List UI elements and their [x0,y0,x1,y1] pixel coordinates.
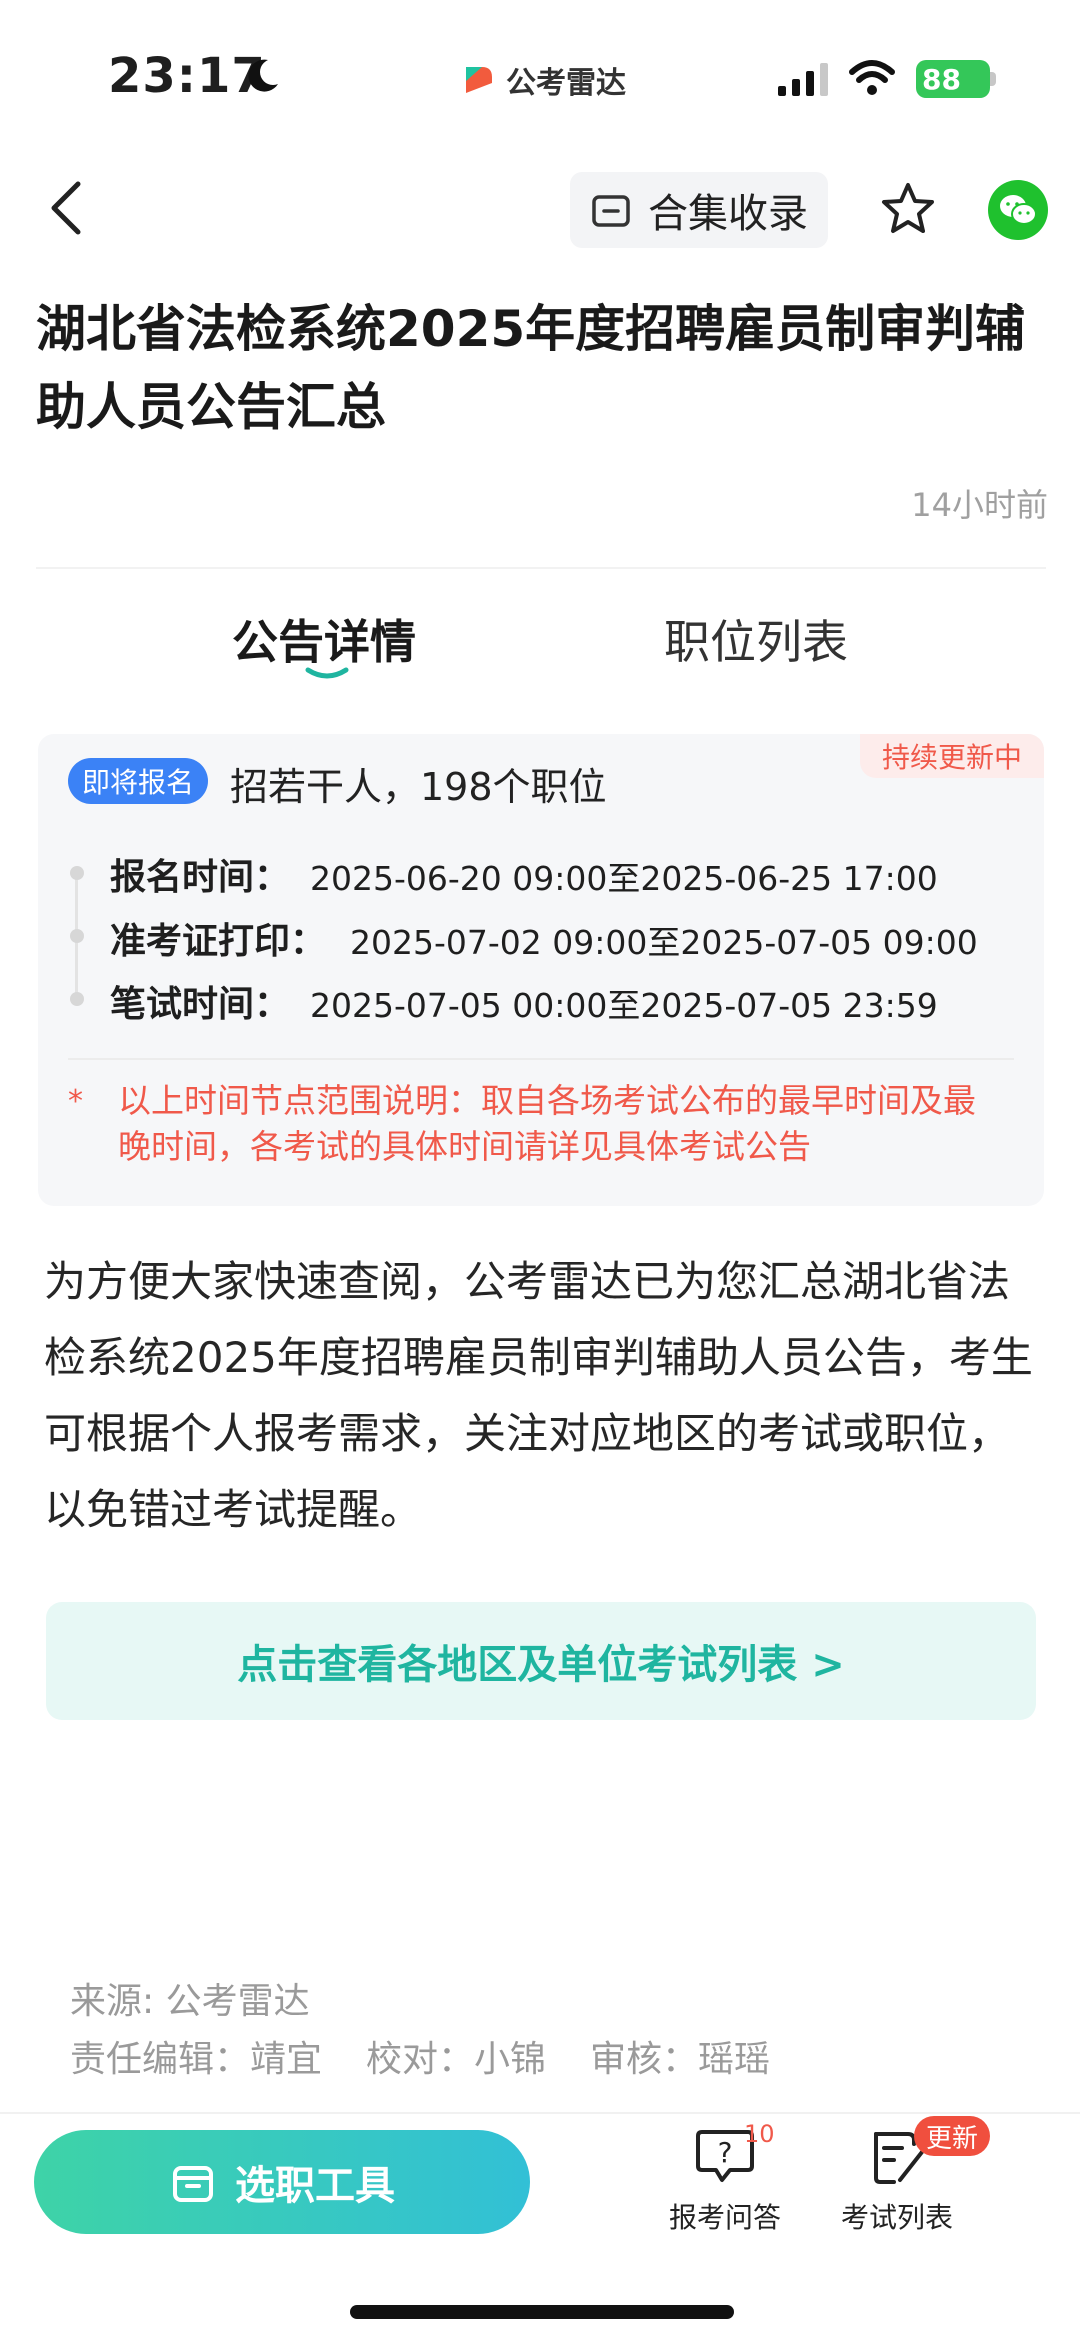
wifi-icon [849,60,895,95]
note-asterisk: * [68,1084,83,1119]
divider [36,567,1046,569]
publish-time: 14小时前 [911,486,1048,524]
article-body: 为方便大家快速查阅，公考雷达已为您汇总湖北省法检系统2025年度招聘雇员制审判辅… [44,1257,1033,1534]
view-exam-list-button[interactable]: 点击查看各地区及单位考试列表 > [46,1602,1036,1720]
registration-time-label: 报名时间： [110,857,291,898]
moon-icon [248,59,278,92]
active-tab-indicator [305,667,349,679]
tool-button-label: 选职工具 [235,2163,395,2209]
folder-icon [592,195,630,227]
cellular-signal-icon [778,63,828,96]
tab-announcement-detail[interactable]: 公告详情 [232,606,416,672]
status-badge: 即将报名 [68,758,209,804]
written-exam-label: 笔试时间： [110,984,291,1025]
reviewer-name: 审核：瑶瑶 [590,2039,771,2080]
qa-count-badge: 10 [744,2120,775,2148]
card-divider [68,1058,1014,1060]
back-button[interactable] [40,176,96,240]
registration-time-value: 2025-06-20 09:00至2025-06-25 17:00 [310,859,938,898]
wechat-icon [1000,195,1037,225]
page-title: 湖北省法检系统2025年度招聘雇员制审判辅助人员公告汇总 [36,300,1026,436]
bottom-bar-divider [0,2112,1080,2114]
tab-position-list[interactable]: 职位列表 [664,606,848,672]
proofreader-name: 校对：小锦 [366,2039,547,2080]
svg-text:?: ? [718,2136,733,2169]
job-selection-tool-button[interactable]: 选职工具 [34,2130,530,2234]
bag-icon [173,2166,213,2202]
battery-level: 88 [922,62,961,96]
battery-indicator: 88 [916,60,990,98]
app-name: 公考雷达 [506,66,626,101]
editor-name: 责任编辑：靖宜 [70,2039,323,2080]
update-badge: 更新 [914,2116,991,2156]
radar-logo-icon [466,67,492,93]
app-logo: 公考雷达 [462,58,626,102]
timeline-dot [70,929,84,943]
admission-ticket-value: 2025-07-02 09:00至2025-07-05 09:00 [350,923,978,962]
timeline-dot [70,866,84,880]
recruit-summary: 招若干人，198个职位 [230,765,607,809]
battery-tip [990,72,996,86]
exam-list-label: 考试列表 [840,2201,953,2234]
source-line: 来源: 公考雷达 [70,1981,310,2022]
admission-ticket-label: 准考证打印： [110,921,327,962]
editor-credits: 责任编辑：靖宜 校对：小锦 审核：瑶瑶 [70,2030,770,2082]
updating-badge: 持续更新中 [860,734,1044,778]
collection-label: 合集收录 [648,191,808,237]
timeline-dot [70,992,84,1006]
time-range-note: 以上时间节点范围说明：取自各场考试公布的最早时间及最晚时间，各考试的具体时间请详… [118,1081,976,1166]
written-exam-value: 2025-07-05 00:00至2025-07-05 23:59 [310,986,938,1025]
home-indicator[interactable] [350,2305,734,2319]
favorite-star-button[interactable] [878,180,938,240]
qa-label: 报考问答 [668,2201,781,2234]
collection-button[interactable]: 合集收录 [570,172,828,248]
wechat-share-button[interactable] [988,180,1048,240]
